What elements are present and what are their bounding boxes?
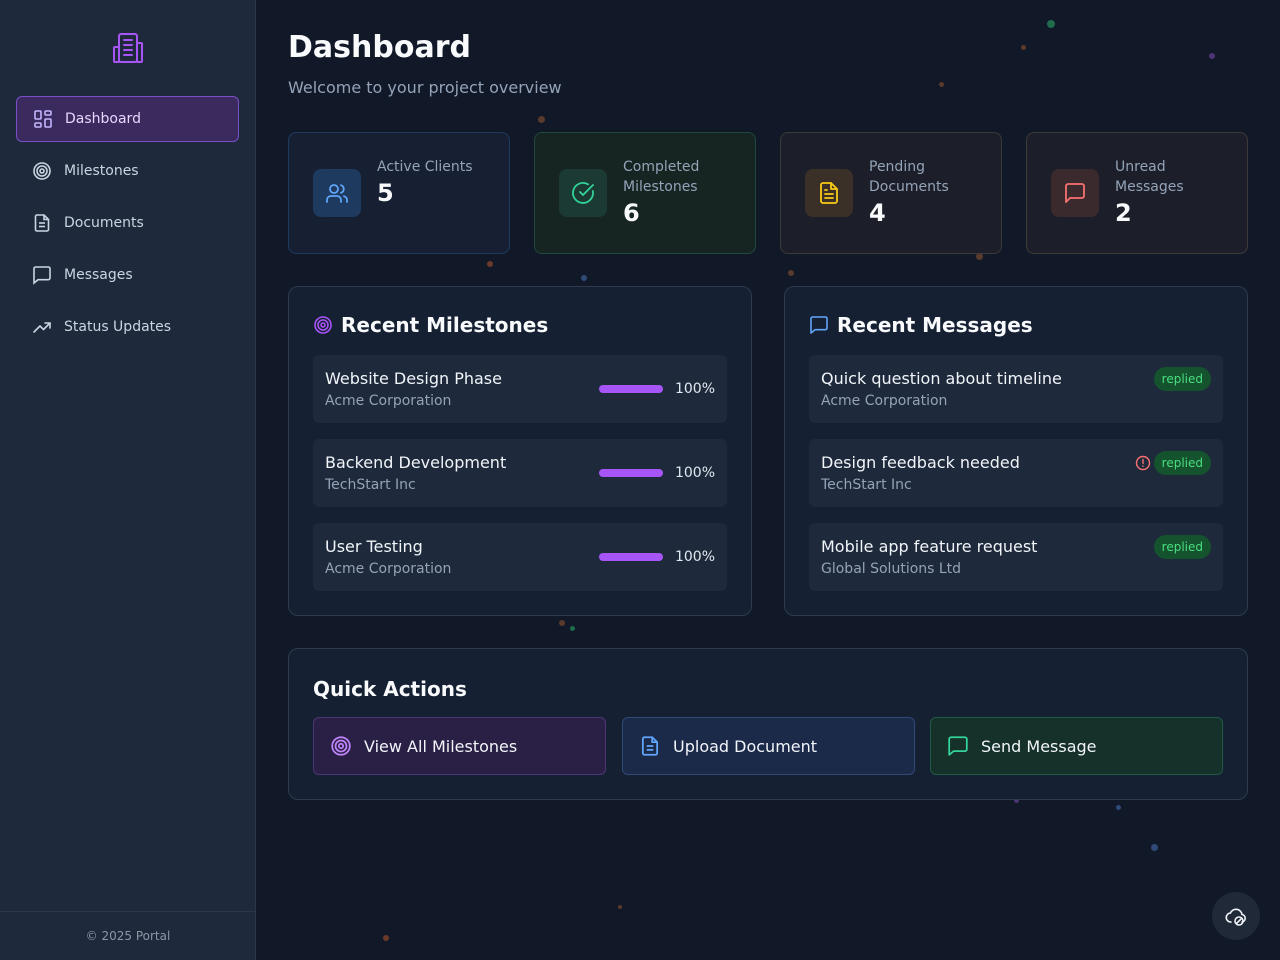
progress-percent: 100% [674,549,715,565]
stat-card-pending-documents: Pending Documents 4 [780,132,1002,254]
stat-card-active-clients: Active Clients 5 [288,132,510,254]
message-icon [947,735,969,757]
page-title: Dashboard [288,30,471,65]
target-icon [32,161,52,181]
send-message-button[interactable]: Send Message [930,717,1223,775]
message-icon [32,265,52,285]
stats-row: Active Clients 5 Completed Milestones 6 … [288,132,1248,254]
message-subject: Design feedback needed [821,453,1020,472]
stat-label: Active Clients [377,159,473,175]
milestone-client: TechStart Inc [325,477,416,493]
panel-title: Quick Actions [313,677,467,701]
sidebar-item-label: Documents [64,215,144,231]
sidebar-item-documents[interactable]: Documents [16,200,239,246]
status-badge: replied [1153,535,1211,559]
sidebar-item-label: Milestones [64,163,139,179]
check-circle-icon [559,169,607,217]
users-icon [313,169,361,217]
building-logo-icon[interactable] [112,31,144,65]
message-client: TechStart Inc [821,477,912,493]
message-icon [809,315,829,335]
milestone-client: Acme Corporation [325,393,452,409]
message-row[interactable]: Design feedback needed TechStart Inc rep… [809,439,1223,507]
recent-milestones-panel: Recent Milestones Website Design Phase A… [288,286,752,616]
status-badge: replied [1153,451,1211,475]
progress-bar [599,469,663,477]
stat-value: 4 [869,199,886,227]
sidebar-item-label: Dashboard [65,111,141,127]
alert-circle-icon [1135,455,1151,471]
progress-bar [599,385,663,393]
message-client: Global Solutions Ltd [821,561,962,577]
target-icon [313,315,333,335]
page-subtitle: Welcome to your project overview [288,78,562,97]
sidebar-item-messages[interactable]: Messages [16,252,239,298]
stat-value: 6 [623,199,640,227]
message-subject: Quick question about timeline [821,369,1062,388]
milestone-row[interactable]: User Testing Acme Corporation 100% [313,523,727,591]
document-icon [639,735,661,757]
upload-document-button[interactable]: Upload Document [622,717,915,775]
message-icon [1051,169,1099,217]
view-all-milestones-button[interactable]: View All Milestones [313,717,606,775]
target-icon [330,735,352,757]
progress-percent: 100% [674,465,715,481]
stat-value: 2 [1115,199,1132,227]
message-subject: Mobile app feature request [821,537,1038,556]
sidebar-item-label: Messages [64,267,133,283]
message-row[interactable]: Mobile app feature request Global Soluti… [809,523,1223,591]
panel-title: Recent Messages [809,313,1033,337]
stat-card-completed-milestones: Completed Milestones 6 [534,132,756,254]
milestone-row[interactable]: Website Design Phase Acme Corporation 10… [313,355,727,423]
sidebar-item-dashboard[interactable]: Dashboard [16,96,239,142]
sidebar-item-label: Status Updates [64,319,172,335]
status-badge: replied [1153,367,1211,391]
sidebar-nav: Dashboard Milestones Documents Messages … [16,96,239,356]
milestone-name: User Testing [325,537,423,556]
stat-label: Pending Documents [869,159,949,195]
sidebar: Dashboard Milestones Documents Messages … [0,0,256,960]
sidebar-item-status-updates[interactable]: Status Updates [16,304,239,350]
quick-actions-panel: Quick Actions View All Milestones Upload… [288,648,1248,800]
milestone-client: Acme Corporation [325,561,452,577]
stat-value: 5 [377,179,394,207]
trending-up-icon [32,317,52,337]
document-icon [32,213,52,233]
message-client: Acme Corporation [821,393,948,409]
progress-percent: 100% [674,381,715,397]
stat-card-unread-messages: Unread Messages 2 [1026,132,1248,254]
document-icon [805,169,853,217]
message-row[interactable]: Quick question about timeline Acme Corpo… [809,355,1223,423]
panel-title: Recent Milestones [313,313,548,337]
stat-label: Unread Messages [1115,159,1184,195]
cloud-off-icon[interactable] [1212,892,1260,940]
stat-label: Completed Milestones [623,159,700,195]
recent-messages-panel: Recent Messages Quick question about tim… [784,286,1248,616]
sidebar-footer: © 2025 Portal [0,911,256,960]
milestone-name: Website Design Phase [325,369,502,388]
progress-bar [599,553,663,561]
layout-grid-icon [33,109,53,129]
sidebar-item-milestones[interactable]: Milestones [16,148,239,194]
milestone-row[interactable]: Backend Development TechStart Inc 100% [313,439,727,507]
milestone-name: Backend Development [325,453,507,472]
